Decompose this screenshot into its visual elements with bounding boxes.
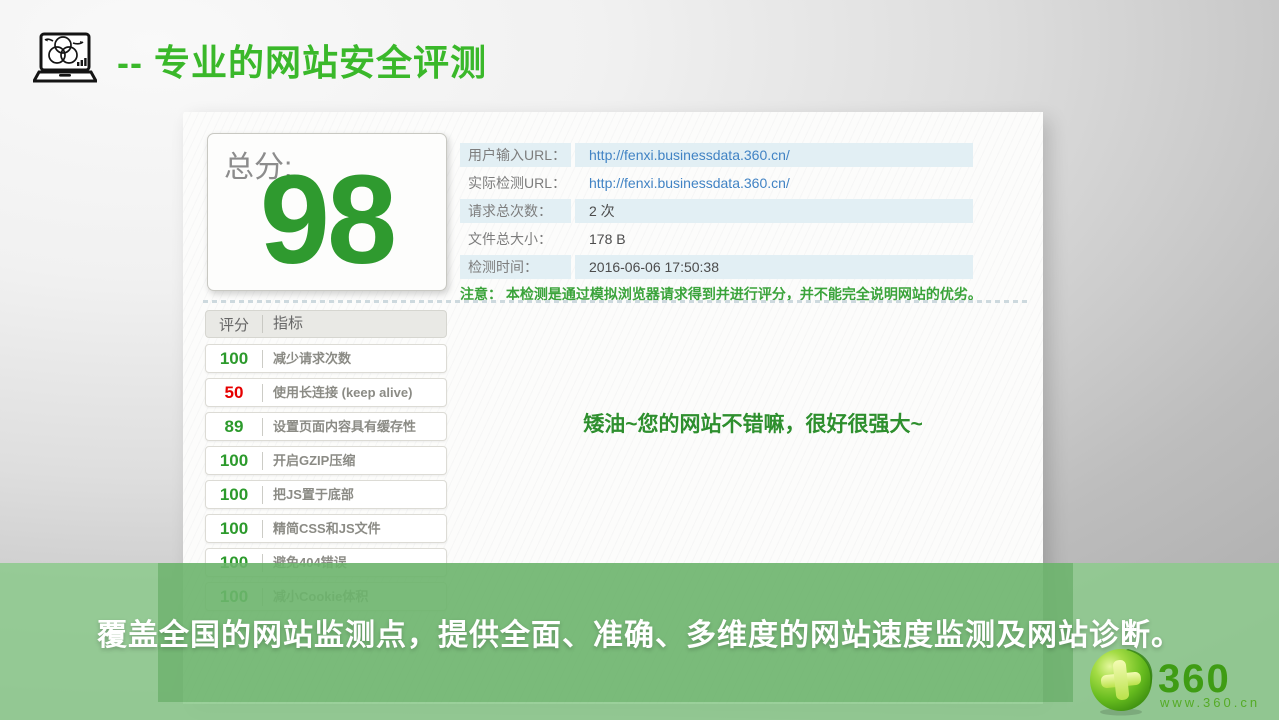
- summary-row-url-link[interactable]: http://fenxi.businessdata.360.cn/: [575, 143, 973, 167]
- metric-row: 100 减少请求次数: [205, 344, 447, 373]
- summary-row-value: 2016-06-06 17:50:38: [575, 255, 973, 279]
- metric-label: 把JS置于底部: [262, 486, 354, 504]
- metric-row: 100 把JS置于底部: [205, 480, 447, 509]
- summary-row-value: 2 次: [575, 199, 973, 223]
- metric-score: 100: [206, 349, 262, 369]
- summary-row-label: 请求总次数：: [460, 199, 571, 223]
- slide: -- 专业的网站安全评测 总分: 98 用户输入URL： http://fenx…: [0, 0, 1279, 720]
- metric-score: 89: [206, 417, 262, 437]
- 360-logo-ball-icon: 360 www.360.cn: [1088, 645, 1260, 717]
- summary-row-value: 178 B: [575, 227, 973, 251]
- metric-label: 精简CSS和JS文件: [262, 520, 381, 538]
- summary-row: 请求总次数： 2 次: [460, 199, 1160, 223]
- summary-row: 文件总大小： 178 B: [460, 227, 1160, 251]
- metric-row: 100 开启GZIP压缩: [205, 446, 447, 475]
- metrics-header-metric: 指标: [262, 315, 303, 333]
- metric-score: 100: [206, 519, 262, 539]
- summary-row-label: 实际检测URL：: [460, 171, 571, 195]
- metric-score: 100: [206, 451, 262, 471]
- metric-label: 开启GZIP压缩: [262, 452, 355, 470]
- metric-score: 50: [206, 383, 262, 403]
- laptop-analytics-icon: [33, 32, 97, 88]
- logo-url-text: www.360.cn: [1159, 695, 1260, 710]
- metrics-header-score: 评分: [206, 314, 262, 335]
- metric-row: 100 精简CSS和JS文件: [205, 514, 447, 543]
- metric-score: 100: [206, 485, 262, 505]
- metric-label: 减少请求次数: [262, 350, 351, 368]
- dashed-divider: [203, 300, 1027, 303]
- metric-row: 50 使用长连接 (keep alive): [205, 378, 447, 407]
- total-score-panel: 总分: 98: [207, 133, 447, 291]
- summary-row: 实际检测URL： http://fenxi.businessdata.360.c…: [460, 171, 1160, 195]
- summary-row-label: 用户输入URL：: [460, 143, 571, 167]
- slide-header: -- 专业的网站安全评测: [33, 32, 487, 88]
- page-title: -- 专业的网站安全评测: [117, 34, 487, 86]
- result-message: 矮油~您的网站不错嘛，很好很强大~: [483, 408, 1023, 438]
- metric-label: 设置页面内容具有缓存性: [262, 418, 416, 436]
- metrics-table-header: 评分 指标: [205, 310, 447, 338]
- summary-row-label: 检测时间：: [460, 255, 571, 279]
- metric-label: 使用长连接 (keep alive): [262, 384, 412, 402]
- summary-row: 检测时间： 2016-06-06 17:50:38: [460, 255, 1160, 279]
- summary-row-url-link[interactable]: http://fenxi.businessdata.360.cn/: [575, 171, 973, 195]
- summary-row-label: 文件总大小：: [460, 227, 571, 251]
- total-score-value: 98: [208, 154, 446, 286]
- summary-row: 用户输入URL： http://fenxi.businessdata.360.c…: [460, 143, 1160, 167]
- summary-table: 用户输入URL： http://fenxi.businessdata.360.c…: [460, 143, 1160, 283]
- metric-row: 89 设置页面内容具有缓存性: [205, 412, 447, 441]
